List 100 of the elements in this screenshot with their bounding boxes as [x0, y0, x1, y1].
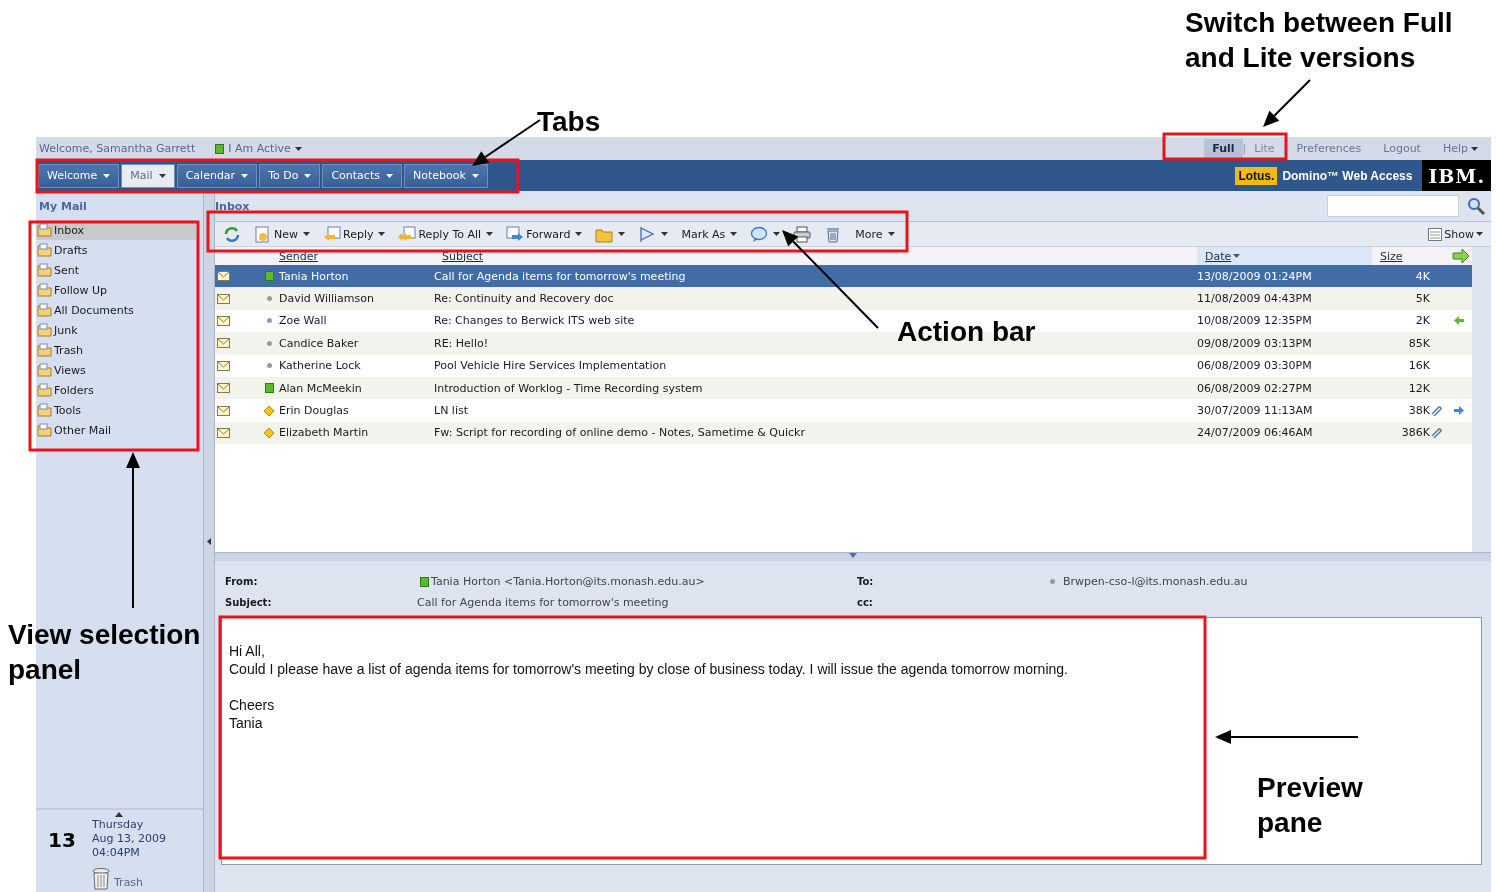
nav-tab[interactable]: Notebook [403, 163, 488, 188]
subject-cell: RE: Hello! [434, 336, 489, 350]
size-cell: 2K [1415, 314, 1430, 328]
trash-link[interactable]: Trash [92, 868, 203, 890]
nav-tab[interactable]: Calendar [176, 163, 258, 188]
arrow-right-icon[interactable] [1452, 249, 1470, 263]
size-cell: 16K [1408, 359, 1430, 373]
column-header[interactable]: Subject [434, 247, 1197, 265]
envelope-icon [217, 338, 230, 349]
lotus-logo: Lotus. [1235, 166, 1278, 185]
sender-cell: David Williamson [279, 292, 374, 306]
forward-icon [506, 225, 525, 243]
toolbar-button[interactable]: Mark As [681, 227, 738, 241]
nav-tab[interactable]: To Do [259, 163, 321, 188]
date-cell: 24/07/2009 06:46AM [1197, 426, 1313, 440]
product-name: Domino™ Web Access [1281, 168, 1414, 183]
subject-cell: Introduction of Worklog - Time Recording system [434, 381, 703, 395]
column-header[interactable]: Sender [279, 247, 434, 265]
toolbar-button[interactable]: Forward [506, 225, 583, 243]
status-menu[interactable]: I Am Active [215, 142, 302, 155]
sender-address: Tania Horton <Tania.Horton@its.monash.edu.au> [420, 575, 857, 588]
date-cell: 09/08/2009 03:13PM [1197, 336, 1312, 350]
caret-icon [1233, 254, 1241, 258]
date-cell: 06/08/2009 03:30PM [1197, 359, 1312, 373]
envelope-icon [217, 293, 230, 304]
search-icon[interactable] [1467, 197, 1485, 215]
show-button[interactable]: Show [1428, 227, 1483, 241]
folder-icon [37, 363, 52, 377]
separator: | [1242, 142, 1247, 155]
subject-cell: Pool Vehicle Hire Services Implementation [434, 359, 667, 373]
folder-icon [37, 243, 52, 257]
sidebar-item[interactable]: Junk [36, 320, 196, 340]
folder-icon [37, 283, 52, 297]
sender-cell: Elizabeth Martin [279, 426, 369, 440]
sidebar-item[interactable]: Sent [36, 260, 196, 280]
print-icon [793, 225, 812, 243]
subject-cell: LN list [434, 404, 468, 418]
envelope-icon [217, 427, 230, 438]
date-cell: 30/07/2009 11:13AM [1197, 404, 1313, 418]
sidebar-item[interactable]: All Documents [36, 300, 196, 320]
sender-cell: Katherine Lock [279, 359, 361, 373]
subject-cell: Fw: Script for recording of online demo - Notes, Sametime & Quickr [434, 426, 805, 440]
collapse-icon[interactable] [207, 538, 211, 545]
sidebar-item[interactable]: Inbox [36, 220, 196, 240]
toolbar-button[interactable]: New [254, 225, 310, 243]
subject-text: Call for Agenda items for tomorrow's meeting [417, 596, 670, 609]
caret-icon [158, 173, 166, 178]
nav-tab[interactable]: Welcome [38, 163, 120, 188]
callout-label: View selection panel [8, 618, 202, 687]
message-row[interactable]: Elizabeth Martin Fw: Script for recording of online demo - Notes, Sametime & Quickr 24/07/2009 06:46AM 386K [215, 421, 1472, 445]
date-cell: 06/08/2009 02:27PM [1197, 381, 1312, 395]
date-cell: 13/08/2009 01:24PM [1197, 269, 1312, 283]
reply-icon [323, 225, 341, 243]
callout-label: Switch between Full and Lite versions [1185, 6, 1454, 75]
toolbar-button[interactable]: More [855, 227, 895, 241]
caret-icon [241, 173, 249, 178]
sidebar-item[interactable]: Drafts [36, 240, 196, 260]
envelope-icon [217, 383, 230, 394]
sender-cell: Tania Horton [279, 269, 349, 283]
refresh-icon [223, 225, 241, 243]
toolbar-button[interactable]: Reply To All [398, 225, 494, 243]
calendar-day: 13 [36, 810, 92, 892]
caret-icon [304, 173, 312, 178]
sidebar-item[interactable]: Tools [36, 400, 196, 420]
toolbar-button[interactable]: Reply [323, 225, 386, 243]
search-field[interactable] [1327, 195, 1459, 217]
sidebar-title: My Mail [38, 199, 88, 215]
recipient-address: Brwpen-cso-l@its.monash.edu.au [1050, 575, 1481, 588]
field-label: cc: [857, 597, 874, 608]
trash-icon [92, 868, 110, 890]
message-row[interactable]: David Williamson Re: Continuity and Recovery doc 11/08/2009 04:43PM 5K [215, 287, 1472, 310]
size-cell: 5K [1415, 292, 1430, 306]
column-header[interactable]: Size [1372, 247, 1430, 265]
column-header[interactable]: Date [1197, 247, 1372, 265]
message-row[interactable]: Alan McMeekin Introduction of Worklog - Time Recording system 06/08/2009 02:27PM 12K [215, 376, 1472, 400]
toolbar-icon-button[interactable] [793, 225, 812, 243]
size-cell: 4K [1415, 269, 1430, 283]
size-cell: 38K [1408, 404, 1430, 418]
caret-icon [103, 173, 111, 178]
callout-label: Preview pane [1257, 771, 1364, 840]
sidebar-item[interactable]: Folders [36, 380, 196, 400]
nav-tab[interactable]: Mail [121, 163, 175, 188]
size-cell: 12K [1408, 381, 1430, 395]
sidebar-item[interactable]: Views [36, 360, 196, 380]
caret-icon [385, 173, 393, 178]
nav-tab[interactable]: Contacts [322, 163, 402, 188]
folder-icon [37, 423, 52, 437]
sidebar-item[interactable]: Follow Up [36, 280, 196, 300]
folder-icon [37, 303, 52, 317]
chat-bubble-icon [750, 225, 769, 243]
welcome-text: Welcome, Samantha Garrett [39, 142, 196, 155]
collapse-icon[interactable] [115, 812, 123, 817]
date-text: Aug 13, 2009 [92, 832, 167, 846]
caret-icon [294, 146, 302, 151]
sidebar-item[interactable]: Trash [36, 340, 196, 360]
time-text: 04:04PM [92, 846, 141, 860]
sidebar-item[interactable]: Other Mail [36, 420, 196, 440]
callout-label: Tabs [537, 105, 602, 139]
message-row[interactable]: Tania Horton Call for Agenda items for tomorrow's meeting 13/08/2009 01:24PM 4K [215, 265, 1472, 288]
version-link[interactable]: Full [1204, 139, 1243, 158]
